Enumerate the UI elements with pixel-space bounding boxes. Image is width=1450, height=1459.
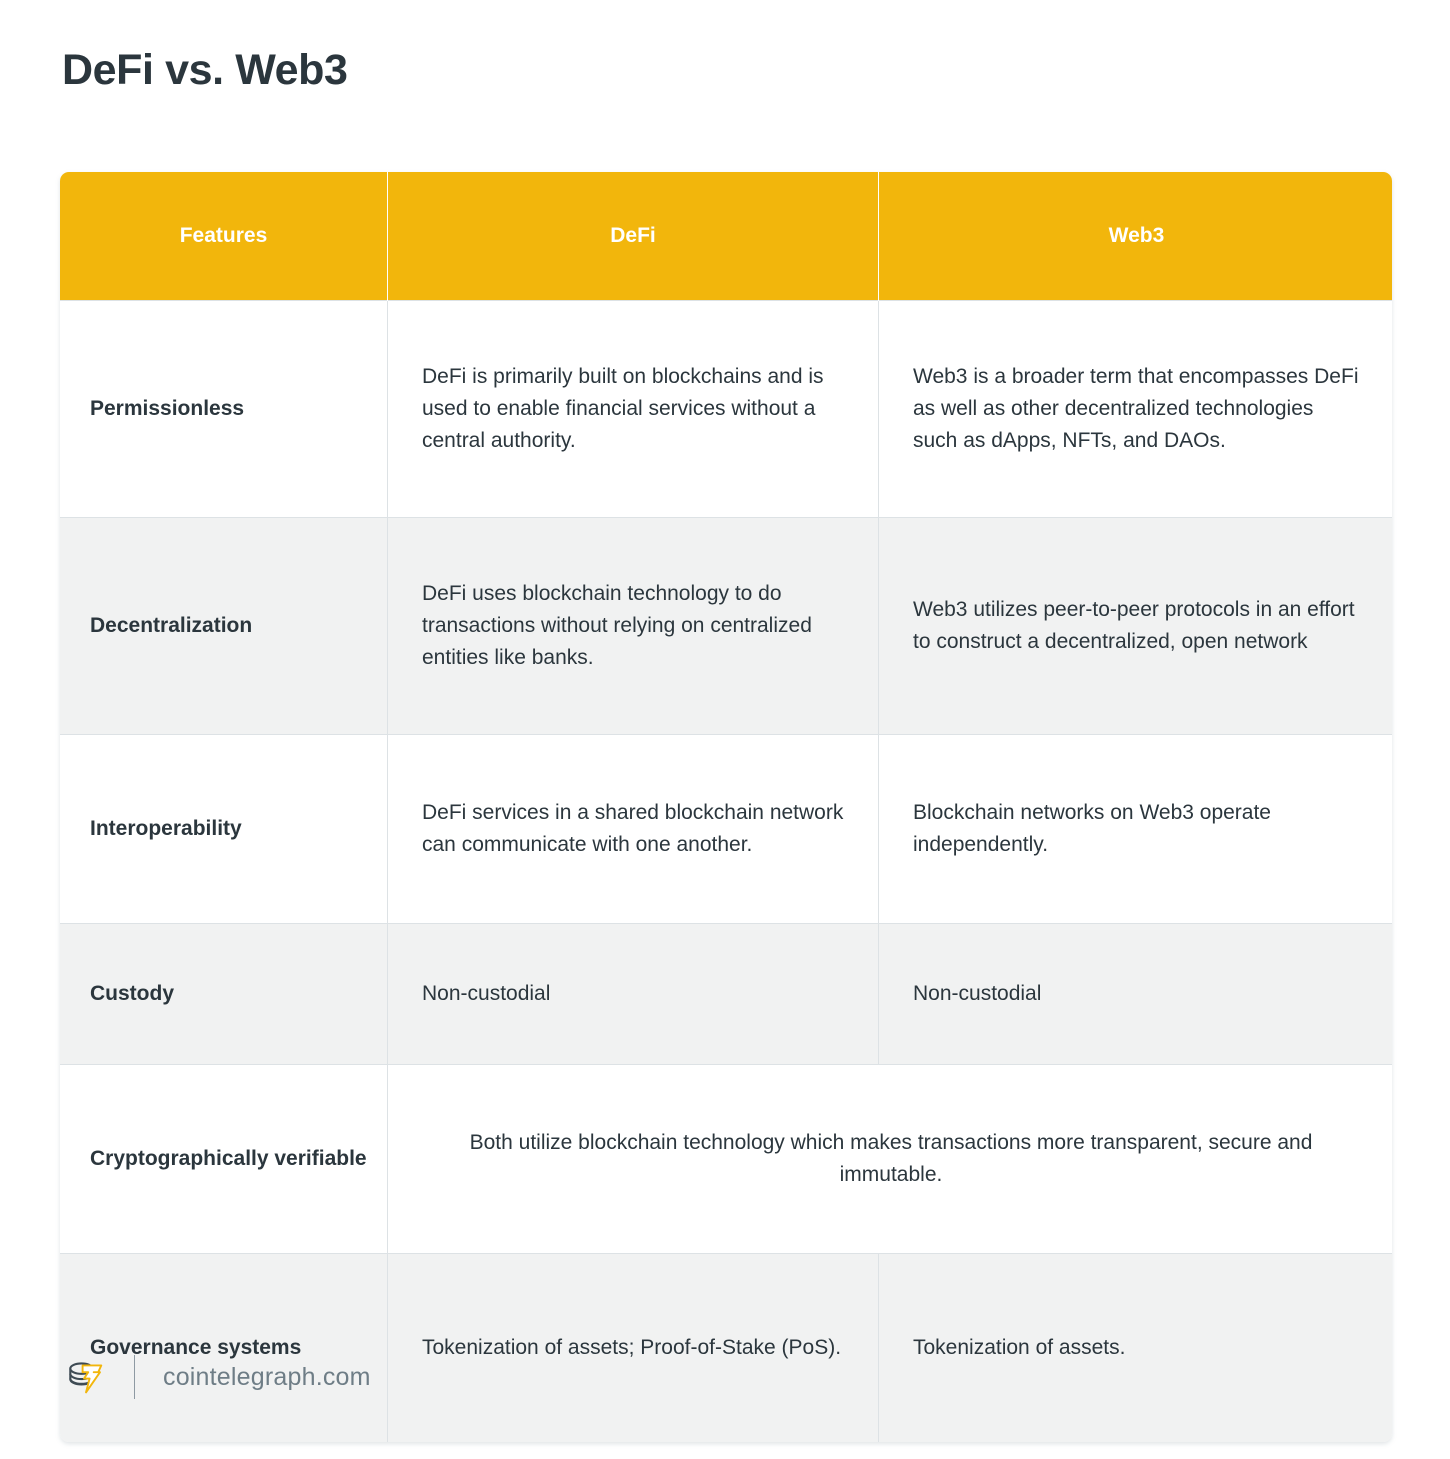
footer-divider xyxy=(134,1355,135,1399)
infographic-page: DeFi vs. Web3 VS. Features DeFi Web3 xyxy=(0,0,1450,1459)
table-row: Interoperability DeFi services in a shar… xyxy=(60,734,1392,924)
row-defi-value: Tokenization of assets; Proof-of-Stake (… xyxy=(387,1253,879,1442)
row-feature-label: Cryptographically verifiable xyxy=(60,1064,388,1254)
row-feature-label: Decentralization xyxy=(60,517,388,735)
column-header-features: Features xyxy=(60,172,388,301)
page-title: DeFi vs. Web3 xyxy=(62,46,348,94)
row-defi-value: DeFi is primarily built on blockchains a… xyxy=(387,300,879,518)
row-web3-value: Web3 utilizes peer-to-peer protocols in … xyxy=(878,517,1392,735)
row-web3-value: Tokenization of assets. xyxy=(878,1253,1392,1442)
table-row: Custody Non-custodial Non-custodial xyxy=(60,923,1392,1065)
table-row: Cryptographically verifiable Both utiliz… xyxy=(60,1064,1392,1254)
footer-url: cointelegraph.com xyxy=(163,1362,371,1391)
row-feature-label: Custody xyxy=(60,923,388,1065)
table-head: Features DeFi Web3 xyxy=(60,172,1392,301)
comparison-table-container: Features DeFi Web3 Permissionless DeFi i… xyxy=(60,172,1392,1442)
footer: cointelegraph.com xyxy=(62,1348,371,1406)
row-web3-value: Web3 is a broader term that encompasses … xyxy=(878,300,1392,518)
row-defi-value: DeFi uses blockchain technology to do tr… xyxy=(387,517,879,735)
table-row: Decentralization DeFi uses blockchain te… xyxy=(60,517,1392,735)
table-header-row: Features DeFi Web3 xyxy=(60,172,1392,301)
row-feature-label: Permissionless xyxy=(60,300,388,518)
comparison-table: Features DeFi Web3 Permissionless DeFi i… xyxy=(60,172,1392,1442)
row-defi-value: Non-custodial xyxy=(387,923,879,1065)
table-body: Permissionless DeFi is primarily built o… xyxy=(60,300,1392,1442)
row-defi-value: DeFi services in a shared blockchain net… xyxy=(387,734,879,924)
column-header-web3-label: Web3 xyxy=(1108,224,1165,247)
row-merged-value: Both utilize blockchain technology which… xyxy=(387,1064,1392,1254)
row-feature-label: Interoperability xyxy=(60,734,388,924)
row-web3-value: Non-custodial xyxy=(878,923,1392,1065)
column-header-features-label: Features xyxy=(179,224,268,247)
table-row: Permissionless DeFi is primarily built o… xyxy=(60,300,1392,518)
cointelegraph-logo-icon xyxy=(62,1354,108,1400)
column-header-defi: DeFi xyxy=(387,172,879,301)
column-header-web3: Web3 xyxy=(878,172,1392,301)
column-header-defi-label: DeFi xyxy=(610,224,656,247)
row-web3-value: Blockchain networks on Web3 operate inde… xyxy=(878,734,1392,924)
